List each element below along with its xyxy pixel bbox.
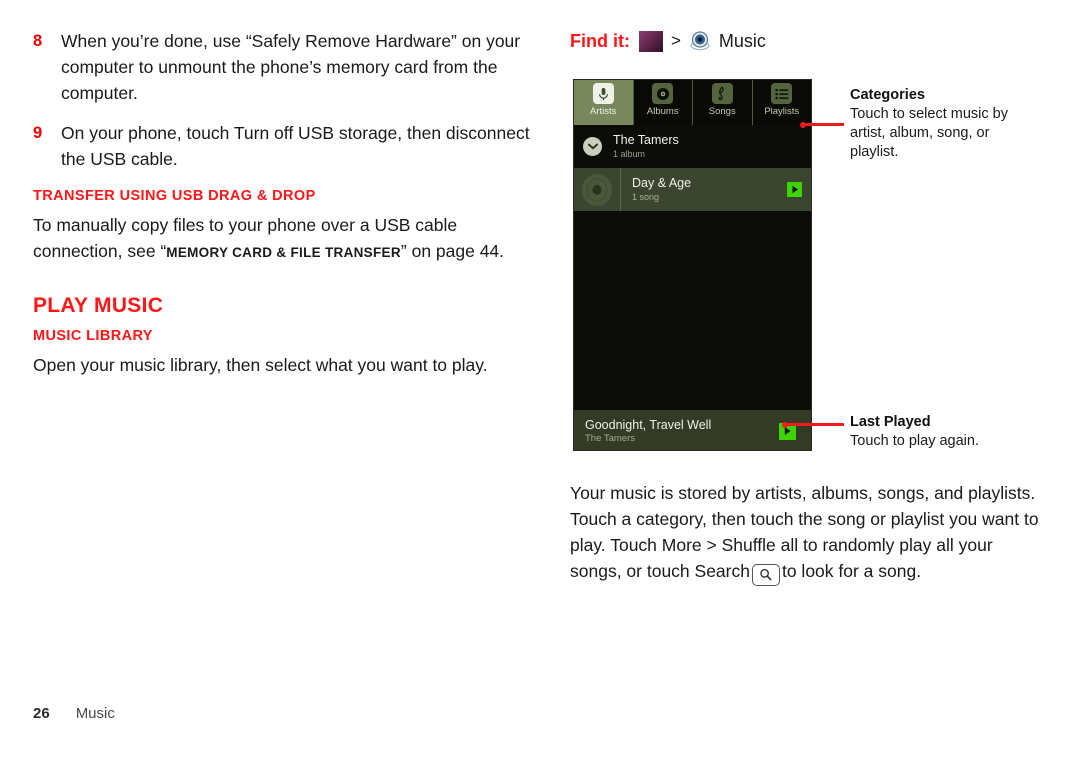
callout-categories: Categories Touch to select music by arti… xyxy=(850,86,1040,162)
list-item-album[interactable]: Day & Age 1 song xyxy=(574,168,811,211)
left-column: 8 When you’re done, use “Safely Remove H… xyxy=(33,28,538,386)
callout-title: Categories xyxy=(850,87,925,103)
list-item: 8 When you’re done, use “Safely Remove H… xyxy=(33,28,538,106)
artist-row-texts: The Tamers 1 album xyxy=(613,133,679,160)
find-it-line: Find it: > Music xyxy=(570,28,1050,54)
chevron-down-icon[interactable] xyxy=(583,137,602,156)
music-app-icon xyxy=(689,30,711,52)
step-text: When you’re done, use “Safely Remove Har… xyxy=(61,31,521,103)
category-tab-bar: Artists Albums Songs Playlists xyxy=(574,80,811,125)
tab-label: Albums xyxy=(646,106,679,117)
callout-text: Touch to select music by artist, album, … xyxy=(850,106,1008,160)
list-icon xyxy=(771,83,793,104)
right-column: Find it: > Music Artists Albums Songs Pl… xyxy=(570,28,1050,586)
leader-dot-last-played xyxy=(782,421,788,428)
search-icon xyxy=(751,563,780,586)
treble-clef-icon xyxy=(711,83,733,104)
tab-label: Artists xyxy=(590,106,617,117)
step-text: On your phone, touch Turn off USB storag… xyxy=(61,123,530,169)
vinyl-record-icon xyxy=(652,83,674,104)
last-played-texts: Goodnight, Travel Well The Tamers xyxy=(585,417,779,445)
last-played-bar[interactable]: Goodnight, Travel Well The Tamers xyxy=(574,410,811,450)
breadcrumb-separator: > xyxy=(670,31,681,50)
tab-playlists[interactable]: Playlists xyxy=(753,80,812,125)
tab-songs[interactable]: Songs xyxy=(693,80,753,125)
transfer-paragraph: To manually copy files to your phone ove… xyxy=(33,212,538,266)
callout-text: Touch to play again. xyxy=(850,433,979,449)
music-description-paragraph: Your music is stored by artists, albums,… xyxy=(570,480,1040,586)
tab-label: Songs xyxy=(708,106,736,117)
page-title: PLAY MUSIC xyxy=(33,294,164,317)
music-library-text: Open your music library, then select wha… xyxy=(33,355,488,375)
album-art-icon xyxy=(578,171,616,209)
album-song-count: 1 song xyxy=(632,192,660,202)
album-name: Day & Age xyxy=(632,176,692,190)
tab-artists[interactable]: Artists xyxy=(574,80,634,125)
leader-line-last-played xyxy=(785,423,844,426)
transfer-heading: TRANSFER USING USB DRAG & DROP xyxy=(33,188,316,204)
callout-last-played: Last Played Touch to play again. xyxy=(850,413,1040,451)
callout-title: Last Played xyxy=(850,414,931,430)
album-row-texts: Day & Age 1 song xyxy=(632,176,787,203)
artist-album-count: 1 album xyxy=(613,149,646,159)
leader-line-categories xyxy=(802,123,844,126)
cross-reference: MEMORY CARD & FILE TRANSFER xyxy=(166,245,401,260)
last-played-title: Goodnight, Travel Well xyxy=(585,418,712,432)
play-icon[interactable] xyxy=(787,182,802,197)
app-drawer-icon xyxy=(638,30,663,52)
page-number: 26 xyxy=(33,705,50,722)
transfer-text-part2: ” on page 44. xyxy=(400,241,505,261)
find-it-label: Find it: xyxy=(570,30,630,51)
empty-list-area xyxy=(574,211,811,410)
footer-section: Music xyxy=(75,705,115,722)
step-number: 9 xyxy=(33,124,43,142)
row-divider xyxy=(620,168,621,211)
list-item-artist[interactable]: The Tamers 1 album xyxy=(574,125,811,168)
leader-dot-categories xyxy=(800,121,806,128)
music-library-heading: MUSIC LIBRARY xyxy=(33,328,153,344)
manual-page: 8 When you’re done, use “Safely Remove H… xyxy=(0,0,1080,766)
tab-albums[interactable]: Albums xyxy=(634,80,693,125)
last-played-artist: The Tamers xyxy=(585,433,635,444)
phone-screenshot: Artists Albums Songs Playlists The Tamer… xyxy=(573,79,812,451)
find-it-app-name: Music xyxy=(718,30,766,51)
list-item: 9 On your phone, touch Turn off USB stor… xyxy=(33,120,538,172)
page-footer: 26 Music xyxy=(33,705,115,722)
step-number: 8 xyxy=(33,32,43,50)
music-description-part2: to look for a song. xyxy=(781,561,922,581)
tab-label: Playlists xyxy=(764,106,800,117)
microphone-icon xyxy=(592,83,614,104)
artist-name: The Tamers xyxy=(613,133,679,147)
